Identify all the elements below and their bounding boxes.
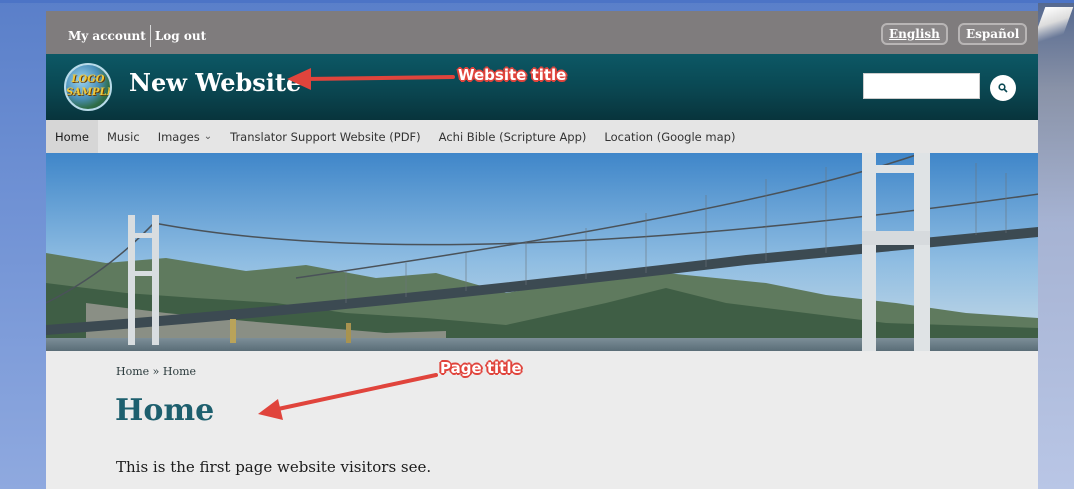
my-account-link[interactable]: My account <box>68 29 146 43</box>
hero-image <box>46 153 1038 351</box>
nav-item-music[interactable]: Music <box>98 120 149 153</box>
site-logo[interactable]: LOGO SAMPLE <box>64 63 112 111</box>
logo-text-line1: LOGO <box>71 74 105 85</box>
nav-item-label: Images <box>157 129 200 144</box>
nav-item-label: Achi Bible (Scripture App) <box>438 129 587 144</box>
background-decoration <box>1030 3 1074 489</box>
page-title: Home <box>115 393 215 428</box>
breadcrumb[interactable]: Home » Home <box>116 365 196 378</box>
site-title[interactable]: New Website <box>129 68 301 97</box>
log-out-link[interactable]: Log out <box>155 29 206 43</box>
screenshot-frame: My account Log out English Español LOGO … <box>0 0 1074 489</box>
divider <box>149 25 151 47</box>
nav-item-label: Location (Google map) <box>604 129 736 144</box>
language-english-button[interactable]: English <box>881 23 948 45</box>
page-body-text: This is the first page website visitors … <box>116 458 432 476</box>
nav-item-achi-bible[interactable]: Achi Bible (Scripture App) <box>430 120 596 153</box>
nav-item-home[interactable]: Home <box>46 120 98 153</box>
nav-item-label: Home <box>55 129 89 144</box>
logo-text-line2: SAMPLE <box>66 87 112 98</box>
language-spanish-button[interactable]: Español <box>958 23 1028 45</box>
nav-item-label: Translator Support Website (PDF) <box>230 129 421 144</box>
nav-item-location[interactable]: Location (Google map) <box>595 120 744 153</box>
nav-item-translator-support[interactable]: Translator Support Website (PDF) <box>221 120 430 153</box>
chevron-down-icon: ⌄ <box>203 131 213 142</box>
annotation-page-title: Page title <box>440 359 522 377</box>
search-button[interactable] <box>990 75 1016 101</box>
nav-item-images[interactable]: Images ⌄ <box>149 120 221 153</box>
account-links: My account Log out <box>68 25 206 47</box>
site-header: LOGO SAMPLE New Website <box>46 54 1038 120</box>
annotation-website-title: Website title <box>458 66 567 84</box>
nav-item-label: Music <box>106 129 140 144</box>
bridge-photo <box>46 153 1038 351</box>
top-bar: My account Log out English Español <box>46 11 1038 54</box>
main-nav: Home Music Images ⌄ Translator Support We… <box>46 120 1038 153</box>
search-input[interactable] <box>863 73 980 99</box>
search-icon <box>998 83 1008 93</box>
